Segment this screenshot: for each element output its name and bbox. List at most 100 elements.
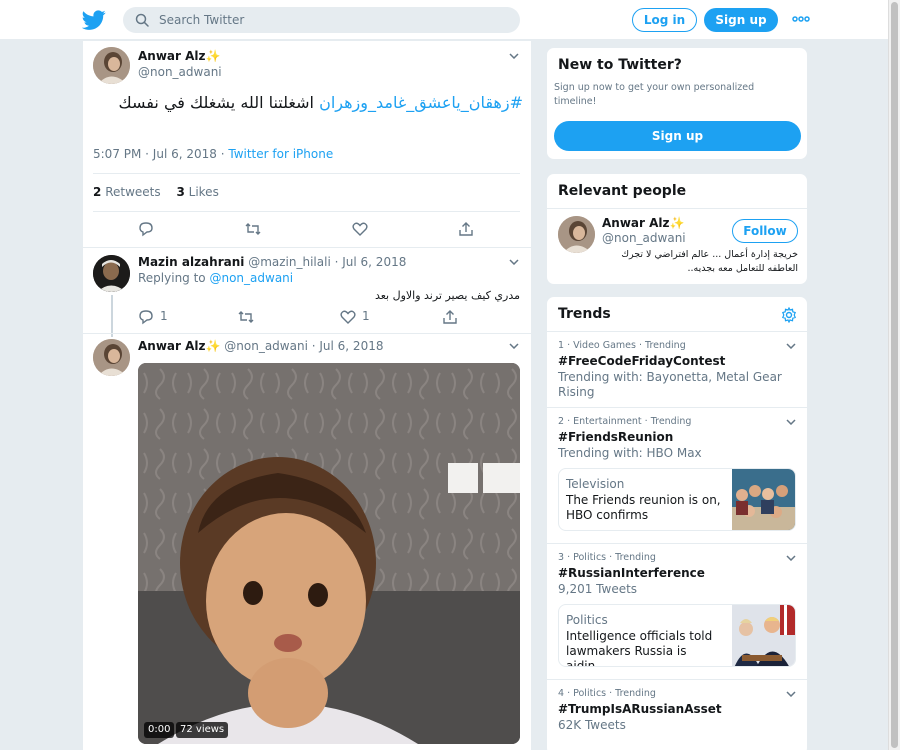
author-name[interactable]: Anwar Alz✨ [138,339,220,353]
news-headline: The Friends reunion is on, HBO confirms [566,493,721,522]
divider [93,173,520,174]
trend-meta: 1 · Video Games · Trending [558,340,686,351]
reply-text: مدري كيف يصير ترند والاول بعد [374,289,520,302]
trends-title: Trends [558,306,611,322]
video-time: 0:00 [144,722,175,738]
retweets-count: 2 [93,185,102,199]
divider [547,543,807,544]
author-name[interactable]: Mazin alzahrani [138,255,244,269]
divider [547,679,807,680]
trends-card: Trends 1 · Video Games · Trending #FreeC… [546,296,808,750]
retweet-icon[interactable] [238,309,254,325]
trend-name[interactable]: #RussianInterference [558,566,705,580]
hashtag-link[interactable]: #زهقان_ياعشق_غامد_وزهران [319,93,523,112]
chevron-down-icon[interactable] [786,419,796,425]
trend-meta: 4 · Politics · Trending [558,688,656,699]
avatar-image [93,339,130,376]
trend-meta: 3 · Politics · Trending [558,552,656,563]
chevron-down-icon[interactable] [509,53,519,59]
trend-sub: Trending with: HBO Max [558,446,702,460]
avatar[interactable] [93,339,130,376]
like-count: 1 [362,309,370,323]
trend-name[interactable]: #FriendsReunion [558,430,673,444]
person-name[interactable]: Anwar Alz✨ [602,216,684,230]
likes-count: 3 [176,185,185,199]
trend-meta: 2 · Entertainment · Trending [558,416,692,427]
search-box[interactable] [123,7,520,33]
news-category: Television [566,477,625,491]
trend-sub: 62K Tweets [558,718,626,732]
card-title: New to Twitter? [558,57,682,73]
avatar[interactable] [558,216,595,253]
top-navigation-bar: Log in Sign up [0,0,888,40]
likes-stat[interactable]: 3 Likes [176,185,218,199]
news-category: Politics [566,613,608,627]
divider [93,211,520,212]
reply-icon[interactable] [138,221,154,237]
search-icon [135,13,149,27]
follow-button[interactable]: Follow [732,219,798,243]
share-icon[interactable] [458,221,474,237]
trend-sub: 9,201 Tweets [558,582,638,596]
likes-label: Likes [188,185,219,199]
reply-icon[interactable] [138,309,154,325]
divider [547,407,807,408]
trend-name[interactable]: #TrumpIsARussianAsset [558,702,722,716]
person-handle[interactable]: @non_adwani [602,231,686,245]
card-title: Relevant people [558,183,687,199]
thread-header: Anwar Alz✨ @non_adwani · Jul 6, 2018 [138,339,384,353]
search-input[interactable] [159,7,509,33]
replying-to-label: Replying to [138,271,206,285]
more-options-icon[interactable] [792,14,810,24]
news-card[interactable]: Television The Friends reunion is on, HB… [558,468,796,531]
main-timeline-column: Anwar Alz✨ @non_adwani #زهقان_ياعشق_غامد… [82,41,532,750]
like-heart-icon[interactable] [340,309,356,325]
new-to-twitter-card: New to Twitter? Sign up now to get your … [546,47,808,160]
author-name[interactable]: Anwar Alz✨ [138,49,220,63]
twitter-bird-icon[interactable] [82,8,106,32]
news-card[interactable]: Politics Intelligence officials told law… [558,604,796,667]
thread-connector-line [111,295,113,337]
divider [83,247,531,248]
divider [547,208,807,209]
author-handle[interactable]: @mazin_hilali [248,255,331,269]
trend-name[interactable]: #FreeCodeFridayContest [558,354,725,368]
tweet-text: #زهقان_ياعشق_غامد_وزهران اشغلتنا الله يش… [93,91,523,115]
page-scrollbar[interactable] [888,0,900,750]
like-heart-icon[interactable] [352,221,368,237]
card-description: Sign up now to get your own personalized… [554,82,755,107]
chevron-down-icon[interactable] [509,343,519,349]
tweet-stats: 2 Retweets 3 Likes [93,185,219,199]
retweets-label: Retweets [105,185,161,199]
avatar-image [93,47,130,84]
person-bio: خريجة إدارة أعمال ... عالم افتراضي لا تج… [621,249,798,274]
replying-to-handle[interactable]: @non_adwani [209,271,293,285]
signup-button[interactable]: Sign up [704,8,778,32]
avatar[interactable] [93,255,130,292]
tweet-source[interactable]: Twitter for iPhone [228,147,333,161]
tweet-body-text: اشغلتنا الله يشغلك في نفسك [118,93,320,112]
replying-to: Replying to @non_adwani [138,271,293,285]
gear-icon[interactable] [781,307,797,323]
scrollbar-thumb[interactable] [891,2,898,748]
relevant-people-card: Relevant people Anwar Alz✨ @non_adwani F… [546,173,808,285]
chevron-down-icon[interactable] [509,259,519,265]
login-button[interactable]: Log in [632,8,697,32]
author-handle[interactable]: @non_adwani [138,65,222,79]
retweet-icon[interactable] [245,221,261,237]
sidebar-signup-button[interactable]: Sign up [554,121,801,151]
chevron-down-icon[interactable] [786,343,796,349]
video-thumbnail [138,363,520,744]
tweet-timestamp[interactable]: 5:07 PM · Jul 6, 2018 [93,147,217,161]
chevron-down-icon[interactable] [786,555,796,561]
avatar-image [93,255,130,292]
retweets-stat[interactable]: 2 Retweets [93,185,161,199]
video-player[interactable]: 0:00 72 views [138,363,520,744]
share-icon[interactable] [442,309,458,325]
chevron-down-icon[interactable] [786,691,796,697]
author-handle[interactable]: @non_adwani [224,339,308,353]
avatar[interactable] [93,47,130,84]
reply-date[interactable]: Jul 6, 2018 [342,255,406,269]
news-headline: Intelligence officials told lawmakers Ru… [566,629,713,667]
thread-date[interactable]: Jul 6, 2018 [319,339,383,353]
